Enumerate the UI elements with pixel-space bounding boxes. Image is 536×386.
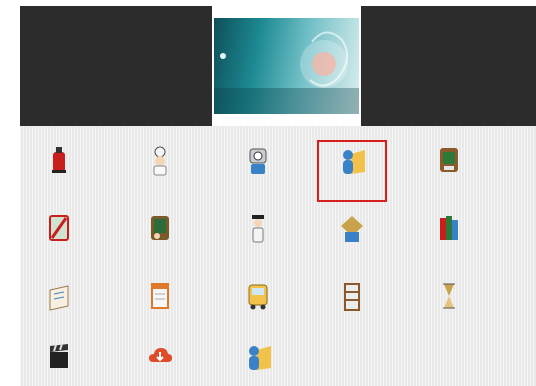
chalkboard-icon <box>151 216 169 240</box>
no-entry-icon <box>49 215 69 241</box>
app-tile[interactable] <box>414 140 484 202</box>
chef-icon <box>153 146 167 176</box>
banner-art <box>214 31 359 114</box>
app-tile[interactable] <box>223 336 293 386</box>
pencil-icon <box>532 144 536 176</box>
app-tile[interactable] <box>223 140 293 202</box>
user-folder-icon <box>249 346 271 370</box>
app-tile[interactable] <box>24 276 94 338</box>
app-tile[interactable] <box>125 336 195 386</box>
teacher-icon <box>252 215 264 243</box>
diamond-box-icon <box>341 216 363 242</box>
app-icon-grid <box>20 126 536 386</box>
app-tile[interactable] <box>125 208 195 270</box>
green-board-icon <box>440 148 458 172</box>
app-tile[interactable] <box>512 208 536 270</box>
app-tile[interactable] <box>223 208 293 270</box>
banner-image <box>214 18 359 114</box>
user-folder-icon <box>343 150 365 174</box>
app-tile[interactable] <box>414 276 484 338</box>
app-tile[interactable] <box>125 140 195 202</box>
clapperboard-icon <box>50 343 68 368</box>
classroom-icon <box>532 212 536 244</box>
header-bar <box>20 6 536 126</box>
app-frame <box>20 6 536 386</box>
app-tile[interactable] <box>512 276 536 338</box>
app-tile[interactable] <box>317 208 387 270</box>
app-tile[interactable] <box>24 140 94 202</box>
fire-extinguisher-icon <box>52 147 66 173</box>
books-icon <box>440 216 458 240</box>
app-tile[interactable] <box>317 140 387 202</box>
app-tile[interactable] <box>512 140 536 202</box>
cloud-icon <box>149 348 172 362</box>
app-tile[interactable] <box>317 276 387 338</box>
app-tile[interactable] <box>24 336 94 386</box>
robot-icon <box>249 148 267 174</box>
app-tile[interactable] <box>414 208 484 270</box>
app-tile[interactable] <box>223 276 293 338</box>
banner <box>212 6 361 126</box>
app-tile[interactable] <box>125 276 195 338</box>
bus-icon <box>248 284 268 310</box>
hourglass-icon <box>443 283 455 309</box>
shelf-icon <box>344 283 360 311</box>
group-icon <box>532 280 536 312</box>
calendar-icon <box>151 283 169 309</box>
app-tile[interactable] <box>24 208 94 270</box>
notebook-icon <box>49 285 69 311</box>
